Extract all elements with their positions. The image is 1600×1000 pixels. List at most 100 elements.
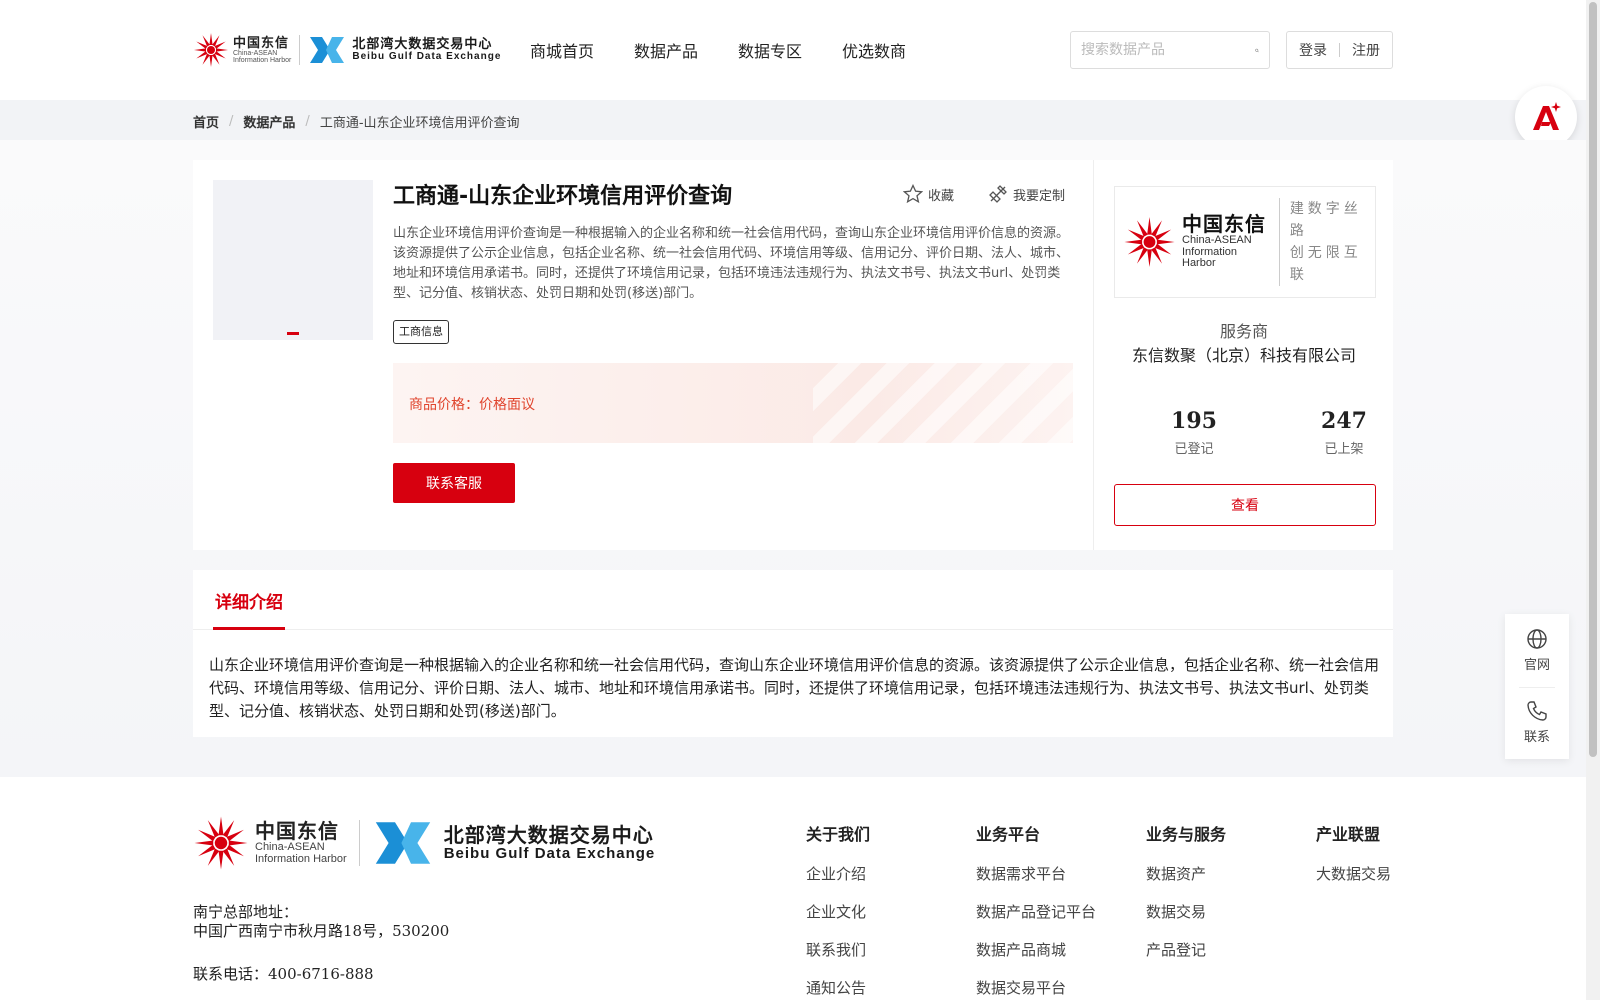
carousel-indicator[interactable] (287, 332, 299, 335)
footer-link[interactable]: 企业介绍 (806, 863, 870, 884)
footer-link[interactable]: 数据需求平台 (976, 863, 1096, 884)
page-scrollbar[interactable] (1586, 0, 1600, 1000)
address-value: 中国广西南宁市秋月路18号，530200 (193, 922, 450, 940)
nav-data-zone[interactable]: 数据专区 (738, 38, 802, 62)
footer-col-title: 产业联盟 (1316, 825, 1381, 844)
china-asean-burst-icon (194, 816, 248, 870)
footer-link[interactable]: 数据产品商城 (976, 939, 1096, 960)
active-tab-indicator (213, 627, 285, 630)
nav-data-products[interactable]: 数据产品 (634, 38, 698, 62)
search-icon[interactable] (1255, 43, 1259, 58)
price-label: 商品价格： (409, 397, 479, 413)
detail-body: 山东企业环境信用评价查询是一种根据输入的企业名称和统一社会信用代码，查询山东企业… (209, 656, 1380, 720)
footer-logo-cn: 中国东信 (255, 818, 339, 843)
logo-en-text-2: Information Harbor (233, 56, 292, 64)
search-input[interactable] (1081, 42, 1255, 58)
footer-link[interactable]: 数据资产 (1146, 863, 1226, 884)
stat-listed-label: 已上架 (1324, 442, 1364, 457)
provider-slogan-line-1: 建数字丝路 (1289, 201, 1362, 239)
provider-logo-cn: 中国东信 (1182, 212, 1266, 237)
footer-col-services: 业务与服务 数据资产 数据交易 产品登记 (1146, 821, 1226, 977)
favorite-label: 收藏 (928, 188, 955, 204)
contact-label: 联系 (1523, 730, 1550, 745)
provider-name: 东信数聚（北京）科技有限公司 (1131, 346, 1356, 365)
breadcrumb-home[interactable]: 首页 (193, 112, 219, 131)
footer-address: 南宁总部地址： 中国广西南宁市秋月路18号，530200 (193, 903, 449, 941)
contact-button[interactable]: 联系 (1505, 700, 1569, 745)
address-label: 南宁总部地址： (193, 903, 299, 921)
phone-icon (1527, 701, 1547, 721)
footer-col-title: 关于我们 (806, 825, 871, 844)
breadcrumb-current: 工商通-山东企业环境信用评价查询 (319, 116, 520, 131)
site-logo[interactable]: 中国东信 China-ASEAN Information Harbor 北部湾大… (193, 30, 501, 70)
footer-link[interactable]: 产品登记 (1146, 939, 1226, 960)
star-icon (903, 184, 923, 204)
footer-link[interactable]: 数据交易 (1146, 901, 1226, 922)
breadcrumb-data-products[interactable]: 数据产品 (243, 112, 295, 131)
sidetools-divider (1519, 687, 1555, 688)
customize-button[interactable]: 我要定制 (988, 184, 1065, 204)
price-decoration (813, 363, 1073, 443)
price-panel: 商品价格：价格面议 (393, 363, 1073, 443)
footer-logo: 中国东信 China-ASEAN Information Harbor 北部湾大… (193, 815, 655, 871)
footer-link[interactable]: 通知公告 (806, 977, 870, 998)
globe-icon (1527, 629, 1547, 649)
footer-bbx-en: Beibu Gulf Data Exchange (443, 844, 656, 862)
product-thumbnail (213, 180, 373, 340)
floating-assistant-button[interactable] (1515, 86, 1577, 148)
view-provider-button[interactable]: 查看 (1114, 484, 1376, 526)
logo-divider (299, 35, 301, 65)
stat-registered-label: 已登记 (1174, 442, 1214, 457)
beibu-gulf-x-icon (375, 822, 430, 864)
auth-separator (1339, 43, 1340, 57)
footer-link[interactable]: 企业文化 (806, 901, 870, 922)
provider-logo-en-2: Information Harbor (1182, 245, 1238, 270)
detail-tabs: 详细介绍 (193, 570, 1393, 630)
stat-registered: 195 已登记 (1144, 408, 1244, 457)
footer-col-about: 关于我们 企业介绍 企业文化 联系我们 通知公告 (806, 821, 870, 1000)
footer-link[interactable]: 数据产品登记平台 (976, 901, 1096, 922)
breadcrumb-separator: / (305, 114, 310, 129)
provider-slogan-line-2: 创无限互联 (1289, 245, 1362, 283)
scrollbar-thumb[interactable] (1589, 2, 1597, 757)
register-link[interactable]: 注册 (1352, 40, 1380, 60)
search-box (1070, 31, 1270, 69)
top-header: 中国东信 China-ASEAN Information Harbor 北部湾大… (0, 0, 1586, 100)
main-nav: 商城首页 数据产品 数据专区 优选数商 (530, 38, 906, 62)
bbx-en-text: Beibu Gulf Data Exchange (352, 50, 502, 62)
contact-service-button[interactable]: 联系客服 (393, 463, 515, 503)
footer: 中国东信 China-ASEAN Information Harbor 北部湾大… (0, 777, 1586, 1000)
logo-en-text-1: China-ASEAN (233, 49, 278, 57)
provider-logo-en-1: China-ASEAN (1182, 234, 1252, 247)
nav-home[interactable]: 商城首页 (530, 38, 594, 62)
login-link[interactable]: 登录 (1299, 40, 1327, 60)
nav-preferred-vendors[interactable]: 优选数商 (842, 38, 906, 62)
ai-assistant-icon (1533, 102, 1561, 130)
stat-listed-value: 247 (1321, 408, 1367, 434)
logo-cn-text: 中国东信 (233, 35, 290, 51)
footer-link[interactable]: 大数据交易 (1316, 863, 1391, 884)
website-button[interactable]: 官网 (1505, 628, 1569, 673)
price-value: 价格面议 (479, 397, 535, 413)
favorite-button[interactable]: 收藏 (903, 184, 954, 204)
category-tag: 工商信息 (393, 320, 449, 344)
breadcrumb: 首页 / 数据产品 / 工商通-山东企业环境信用评价查询 (193, 112, 520, 131)
china-asean-burst-icon (1124, 216, 1175, 268)
price-text: 商品价格：价格面议 (409, 394, 535, 414)
footer-col-platform: 业务平台 数据需求平台 数据产品登记平台 数据产品商城 数据交易平台 (976, 821, 1096, 1000)
bbx-cn-text: 北部湾大数据交易中心 (352, 36, 493, 52)
provider-card: 中国东信 China-ASEAN Information Harbor 建数字丝… (1093, 160, 1393, 550)
stat-listed: 247 已上架 (1294, 408, 1394, 457)
footer-link[interactable]: 数据交易平台 (976, 977, 1096, 998)
footer-col-title: 业务与服务 (1146, 825, 1227, 844)
footer-logo-divider (358, 820, 360, 866)
footer-link[interactable]: 联系我们 (806, 939, 870, 960)
product-card: 工商通-山东企业环境信用评价查询 收藏 我要定制 山东企业环境信用评价查询是一种… (193, 160, 1093, 550)
footer-logo-en-1: China-ASEAN (255, 840, 325, 853)
detail-section: 详细介绍 山东企业环境信用评价查询是一种根据输入的企业名称和统一社会信用代码，查… (193, 570, 1393, 737)
customize-label: 我要定制 (1013, 188, 1066, 204)
auth-box: 登录 注册 (1286, 31, 1393, 69)
footer-col-alliance: 产业联盟 大数据交易 (1316, 821, 1391, 901)
tab-detail-intro[interactable]: 详细介绍 (215, 588, 283, 613)
breadcrumb-bar: 首页 / 数据产品 / 工商通-山东企业环境信用评价查询 (0, 100, 1586, 140)
